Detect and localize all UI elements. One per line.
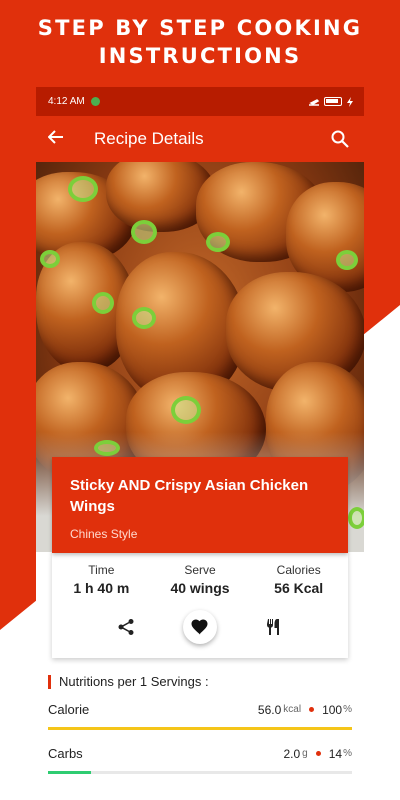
nutrition-percent-unit: % — [343, 704, 352, 715]
scallion-garnish — [348, 507, 364, 529]
nutrition-row-calorie: Calorie 56.0 kcal 100 % — [36, 702, 364, 730]
app-bar: Recipe Details — [36, 116, 364, 162]
airplane-icon — [309, 98, 320, 106]
separator-dot — [315, 751, 321, 756]
recipe-title-card: Sticky AND Crispy Asian Chicken Wings Ch… — [52, 457, 348, 553]
search-icon[interactable] — [328, 127, 352, 151]
notification-icon — [90, 97, 100, 106]
stat-time: Time 1 h 40 m — [52, 563, 151, 596]
status-time: 4:12 AM — [48, 96, 85, 107]
scallion-garnish — [94, 440, 120, 456]
heart-icon — [191, 619, 208, 635]
stat-value: 56 Kcal — [274, 580, 324, 596]
favorite-button[interactable] — [182, 610, 217, 644]
nutrition-progress-fill — [48, 727, 352, 730]
section-accent-bar — [48, 674, 51, 689]
nutrition-row-carbs: Carbs 2.0 g 14 % — [36, 746, 364, 774]
nutrition-progress-track — [48, 727, 352, 730]
stat-value: 40 wings — [170, 580, 230, 596]
recipe-actions — [52, 610, 348, 644]
app-bar-title: Recipe Details — [94, 129, 204, 148]
promo-line-1: STEP BY STEP COOKING — [37, 16, 363, 40]
nutrition-header: Nutritions per 1 Servings : — [36, 674, 364, 689]
nutrition-title: Nutritions per 1 Servings : — [59, 674, 209, 689]
recipe-style: Chines Style — [70, 527, 138, 541]
promo-line-2: INSTRUCTIONS — [98, 44, 302, 68]
scallion-garnish — [206, 232, 230, 252]
charging-icon — [347, 96, 353, 107]
arrow-back-icon[interactable] — [47, 128, 84, 151]
scallion-garnish — [131, 220, 157, 244]
nutrition-section: Nutritions per 1 Servings : Calorie 56.0… — [36, 674, 364, 774]
nutrition-percent: 100 — [322, 702, 343, 717]
scallion-garnish — [40, 250, 60, 268]
status-icons — [308, 96, 354, 107]
nutrition-percent-unit: % — [343, 748, 352, 759]
promo-headline: STEP BY STEP COOKING INSTRUCTIONS — [0, 14, 400, 70]
nutrition-progress-fill — [48, 771, 91, 774]
scallion-garnish — [132, 307, 156, 329]
stat-calories: Calories 56 Kcal — [249, 563, 348, 596]
scallion-garnish — [336, 250, 358, 270]
recipe-info-card: Time 1 h 40 m Serve 40 wings Calories 56… — [52, 553, 348, 658]
nutrition-unit: g — [302, 748, 308, 759]
nutrition-unit: kcal — [283, 704, 302, 715]
status-bar: 4:12 AM — [36, 87, 364, 116]
recipe-stats: Time 1 h 40 m Serve 40 wings Calories 56… — [52, 553, 348, 596]
nutrition-amount: 2.0 — [283, 746, 301, 761]
stat-label: Serve — [184, 563, 216, 577]
phone-screen: 4:12 AM Recipe Details Time 1 h 40 m Ser… — [36, 87, 364, 800]
share-icon[interactable] — [114, 615, 138, 639]
nutrition-percent: 14 — [328, 746, 343, 761]
stat-serve: Serve 40 wings — [151, 563, 250, 596]
scallion-garnish — [92, 292, 114, 314]
stat-label: Calories — [276, 563, 321, 577]
nutrition-name: Carbs — [48, 746, 83, 761]
stat-value: 1 h 40 m — [73, 580, 130, 596]
scallion-garnish — [68, 176, 98, 202]
nutrition-name: Calorie — [48, 702, 90, 717]
stat-label: Time — [88, 563, 115, 577]
scallion-garnish — [171, 396, 201, 424]
recipe-name: Sticky AND Crispy Asian Chicken Wings — [70, 477, 309, 515]
separator-dot — [309, 707, 315, 712]
fork-knife-icon[interactable] — [262, 615, 286, 639]
nutrition-progress-track — [48, 771, 352, 774]
nutrition-amount: 56.0 — [257, 702, 282, 717]
battery-icon — [324, 97, 342, 106]
